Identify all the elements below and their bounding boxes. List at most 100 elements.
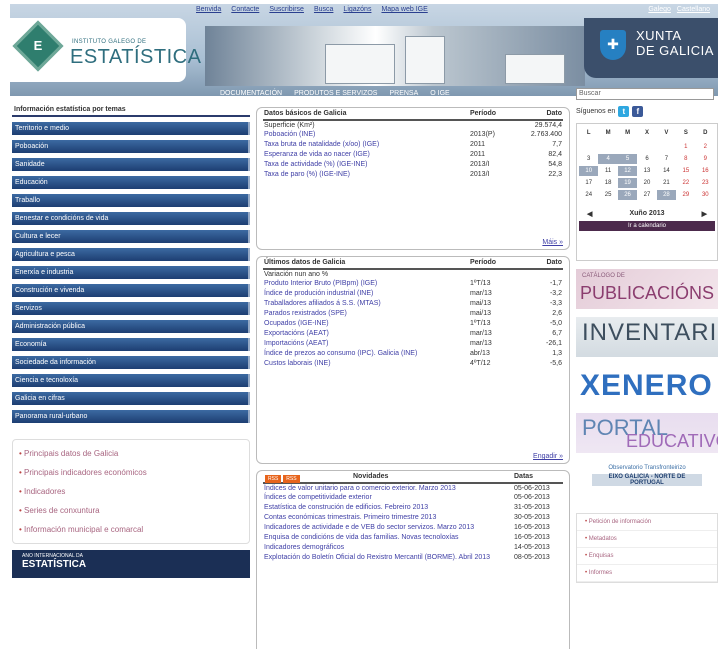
lang-castellano[interactable]: Castellano bbox=[677, 6, 710, 13]
rss-tag-1[interactable]: RSS bbox=[265, 475, 282, 483]
theme-menu-item[interactable]: Territorio e medio bbox=[12, 122, 250, 135]
cal-day[interactable]: 10 bbox=[579, 166, 599, 176]
left-link-main-data[interactable]: Principais datos de Galicia bbox=[13, 444, 249, 463]
panel2-row-label[interactable]: Produto Interior Bruto (PIBpm) (IGE) bbox=[263, 279, 469, 289]
theme-menu-item[interactable]: Ciencia e tecnoloxía bbox=[12, 374, 250, 387]
left-link-series[interactable]: Series de conxuntura bbox=[13, 501, 249, 520]
theme-menu-item[interactable]: Educación bbox=[12, 176, 250, 189]
panel3-row-label[interactable]: Indicadores demográficos bbox=[263, 543, 513, 553]
theme-menu-item[interactable]: Administración pública bbox=[12, 320, 250, 333]
cal-day[interactable]: 15 bbox=[676, 166, 695, 176]
left-link-indicators[interactable]: Indicadores bbox=[13, 482, 249, 501]
cal-day[interactable]: 23 bbox=[696, 178, 715, 188]
theme-menu-item[interactable]: Sanidade bbox=[12, 158, 250, 171]
cal-day[interactable]: 27 bbox=[637, 190, 656, 200]
panel3-row-label[interactable]: Estatística de construción de edificios.… bbox=[263, 503, 513, 513]
cal-day[interactable]: 5 bbox=[617, 154, 638, 164]
nav-oige[interactable]: O IGE bbox=[430, 90, 449, 97]
cal-day[interactable]: 16 bbox=[696, 166, 715, 176]
theme-menu-item[interactable]: Agricultura e pesca bbox=[12, 248, 250, 261]
facebook-icon[interactable]: f bbox=[632, 106, 644, 117]
theme-menu-item[interactable]: Servizos bbox=[12, 302, 250, 315]
cal-day[interactable]: 12 bbox=[617, 166, 638, 176]
ige-logo[interactable]: E INSTITUTO GALEGO DE ESTATÍSTICA bbox=[10, 18, 201, 82]
go-to-calendar-button[interactable]: Ir a calendario bbox=[579, 221, 715, 231]
cal-day[interactable]: 2 bbox=[696, 142, 715, 152]
catalog-banner[interactable]: CATÁLOGO DE PUBLICACIÓNS bbox=[576, 269, 718, 309]
gender-banner[interactable]: XENERO bbox=[576, 365, 718, 405]
right-link-surveys[interactable]: Enquisas bbox=[577, 548, 717, 565]
cal-day[interactable]: 25 bbox=[598, 190, 617, 200]
cal-day[interactable]: 3 bbox=[579, 154, 598, 164]
panel2-row-label[interactable]: Índice de produción industrial (INE) bbox=[263, 289, 469, 299]
cal-day[interactable]: 9 bbox=[696, 154, 715, 164]
panel2-row-label[interactable]: Índice de prezos ao consumo (IPC). Galic… bbox=[263, 349, 469, 359]
panel1-row-label[interactable]: Poboación (INE) bbox=[263, 130, 469, 140]
right-link-reports[interactable]: Informes bbox=[577, 565, 717, 582]
cal-day[interactable]: 19 bbox=[617, 178, 638, 188]
top-link-subscribe[interactable]: Suscribirse bbox=[269, 6, 304, 13]
right-link-info-request[interactable]: Petición de información bbox=[577, 514, 717, 531]
panel3-row-label[interactable]: Índices de valor unitario para o comerci… bbox=[263, 483, 513, 493]
nav-produtos[interactable]: PRODUTOS E SERVIZOS bbox=[294, 90, 377, 97]
cal-day[interactable]: 18 bbox=[598, 178, 617, 188]
panel3-row-label[interactable]: Índices de competitividade exterior bbox=[263, 493, 513, 503]
theme-menu-item[interactable]: Sociedade da información bbox=[12, 356, 250, 369]
panel1-row-label[interactable]: Taxa de paro (%) (IGE-INE) bbox=[263, 170, 469, 180]
education-portal-banner[interactable]: PORTAL EDUCATIVO bbox=[576, 413, 718, 453]
theme-menu-item[interactable]: Economía bbox=[12, 338, 250, 351]
right-link-metadata[interactable]: Metadatos bbox=[577, 531, 717, 548]
cal-day[interactable]: 14 bbox=[657, 166, 676, 176]
cal-day[interactable]: 1 bbox=[676, 142, 695, 152]
panel2-row-label[interactable]: Custos laborais (INE) bbox=[263, 359, 469, 369]
theme-menu-item[interactable]: Benestar e condicións de vida bbox=[12, 212, 250, 225]
left-link-municipal[interactable]: Información municipal e comarcal bbox=[13, 520, 249, 539]
panel2-row-label[interactable]: Traballadores afiliados á S.S. (MTAS) bbox=[263, 299, 469, 309]
panel3-row-label[interactable]: Explotación do Boletín Oficial do Rexist… bbox=[263, 553, 513, 563]
theme-menu-item[interactable]: Cultura e lecer bbox=[12, 230, 250, 243]
search-input[interactable]: Buscar bbox=[576, 88, 714, 100]
panel1-row-label[interactable]: Esperanza de vida ao nacer (IGE) bbox=[263, 150, 469, 160]
cal-day[interactable]: 20 bbox=[637, 178, 656, 188]
cal-day[interactable]: 29 bbox=[676, 190, 695, 200]
inventory-banner[interactable]: INVENTARIO bbox=[576, 317, 718, 357]
cal-day[interactable]: 11 bbox=[598, 166, 617, 176]
cal-day[interactable]: 28 bbox=[656, 190, 677, 200]
panel1-row-label[interactable]: Taxa de actividade (%) (IGE-INE) bbox=[263, 160, 469, 170]
panel2-row-label[interactable]: Importacións (AEAT) bbox=[263, 339, 469, 349]
theme-menu-item[interactable]: Panorama rural-urbano bbox=[12, 410, 250, 423]
top-link-home[interactable]: Benvida bbox=[196, 6, 221, 13]
nav-prensa[interactable]: PRENSA bbox=[389, 90, 418, 97]
cal-day[interactable]: 6 bbox=[637, 154, 656, 164]
cal-day[interactable]: 30 bbox=[696, 190, 715, 200]
top-link-contact[interactable]: Contacte bbox=[231, 6, 259, 13]
year-of-statistics-banner[interactable]: ANO INTERNACIONAL DA ESTATÍSTICA bbox=[12, 550, 250, 578]
panel3-row-label[interactable]: Indicadores de actividade e de VEB do se… bbox=[263, 523, 513, 533]
xunta-logo[interactable]: ✚ XUNTA DE GALICIA bbox=[584, 18, 718, 78]
cal-prev-icon[interactable]: ◀ bbox=[587, 210, 592, 218]
cal-next-icon[interactable]: ▶ bbox=[702, 210, 707, 218]
twitter-icon[interactable]: t bbox=[618, 106, 630, 117]
cal-day[interactable]: 4 bbox=[598, 154, 618, 164]
cal-day[interactable]: 13 bbox=[637, 166, 656, 176]
panel2-row-label[interactable]: Parados rexistrados (SPE) bbox=[263, 309, 469, 319]
top-link-links[interactable]: Ligazóns bbox=[343, 6, 371, 13]
panel2-row-label[interactable]: Exportacións (AEAT) bbox=[263, 329, 469, 339]
top-link-search[interactable]: Busca bbox=[314, 6, 333, 13]
panel1-row-label[interactable]: Taxa bruta de natalidade (x/oo) (IGE) bbox=[263, 140, 469, 150]
left-link-indicators-econ[interactable]: Principais indicadores económicos bbox=[13, 463, 249, 482]
panel3-row-label[interactable]: Enquisa de condicións de vida das famili… bbox=[263, 533, 513, 543]
cal-day[interactable]: 21 bbox=[657, 178, 676, 188]
panel3-row-label[interactable]: Contas económicas trimestrais. Primeiro … bbox=[263, 513, 513, 523]
cal-day[interactable]: 24 bbox=[579, 190, 598, 200]
nav-documentacion[interactable]: DOCUMENTACIÓN bbox=[220, 90, 282, 97]
cal-day[interactable]: 22 bbox=[676, 178, 695, 188]
theme-menu-item[interactable]: Traballo bbox=[12, 194, 250, 207]
theme-menu-item[interactable]: Poboación bbox=[12, 140, 250, 153]
rss-tag-2[interactable]: RSS bbox=[283, 475, 300, 483]
top-link-sitemap[interactable]: Mapa web IGE bbox=[381, 6, 427, 13]
cal-day[interactable]: 7 bbox=[657, 154, 676, 164]
lang-galego[interactable]: Galego bbox=[648, 6, 671, 13]
p1-more-link[interactable]: Máis » bbox=[542, 239, 563, 246]
cal-day[interactable]: 26 bbox=[617, 190, 638, 200]
